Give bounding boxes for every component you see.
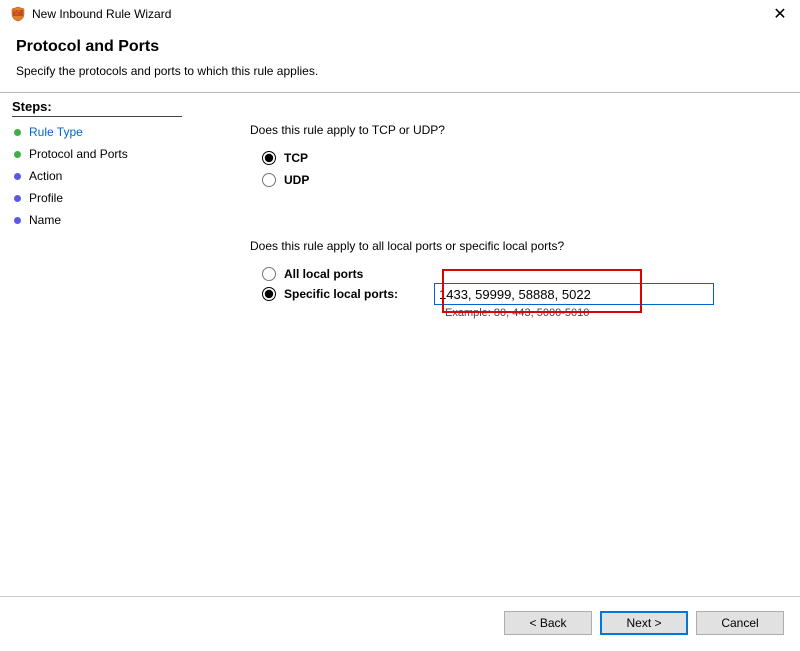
step-label: Profile: [29, 191, 63, 205]
close-icon[interactable]: ✕: [770, 4, 790, 24]
bullet-icon: [14, 151, 21, 158]
step-protocol-and-ports[interactable]: Protocol and Ports: [12, 143, 182, 165]
radio-specific-ports[interactable]: [262, 287, 276, 301]
radio-tcp[interactable]: [262, 151, 276, 165]
bullet-icon: [14, 217, 21, 224]
page-subtitle: Specify the protocols and ports to which…: [16, 64, 784, 78]
bullet-icon: [14, 173, 21, 180]
step-label: Rule Type: [29, 125, 83, 139]
steps-underline: [12, 116, 182, 117]
radio-udp-label[interactable]: UDP: [284, 173, 309, 187]
ports-question: Does this rule apply to all local ports …: [250, 239, 780, 253]
step-action[interactable]: Action: [12, 165, 182, 187]
ports-example-text: Example: 80, 443, 5000-5010: [250, 307, 780, 319]
firewall-shield-icon: [10, 6, 26, 22]
step-label: Name: [29, 213, 61, 227]
titlebar: New Inbound Rule Wizard ✕: [0, 0, 800, 28]
steps-heading: Steps:: [12, 99, 182, 114]
step-label: Action: [29, 169, 62, 183]
radio-tcp-row[interactable]: TCP: [250, 151, 780, 165]
radio-tcp-label[interactable]: TCP: [284, 151, 308, 165]
radio-all-ports-label[interactable]: All local ports: [284, 267, 434, 281]
back-button[interactable]: < Back: [504, 611, 592, 635]
window-title: New Inbound Rule Wizard: [32, 7, 770, 21]
specific-ports-input[interactable]: [434, 283, 714, 305]
step-rule-type[interactable]: Rule Type: [12, 121, 182, 143]
wizard-header: Protocol and Ports Specify the protocols…: [0, 28, 800, 86]
steps-sidebar: Steps: Rule Type Protocol and Ports Acti…: [0, 93, 190, 593]
radio-udp[interactable]: [262, 173, 276, 187]
next-button[interactable]: Next >: [600, 611, 688, 635]
radio-specific-ports-row[interactable]: Specific local ports:: [250, 283, 780, 305]
bullet-icon: [14, 129, 21, 136]
cancel-button[interactable]: Cancel: [696, 611, 784, 635]
protocol-question: Does this rule apply to TCP or UDP?: [250, 123, 780, 137]
wizard-footer: < Back Next > Cancel: [504, 611, 784, 635]
step-label: Protocol and Ports: [29, 147, 128, 161]
step-profile[interactable]: Profile: [12, 187, 182, 209]
bullet-icon: [14, 195, 21, 202]
page-title: Protocol and Ports: [16, 38, 784, 56]
step-name[interactable]: Name: [12, 209, 182, 231]
footer-divider: [0, 596, 800, 597]
radio-udp-row[interactable]: UDP: [250, 173, 780, 187]
wizard-content: Does this rule apply to TCP or UDP? TCP …: [190, 93, 800, 593]
radio-specific-ports-label[interactable]: Specific local ports:: [284, 287, 434, 301]
radio-all-ports-row[interactable]: All local ports: [250, 267, 780, 281]
radio-all-ports[interactable]: [262, 267, 276, 281]
